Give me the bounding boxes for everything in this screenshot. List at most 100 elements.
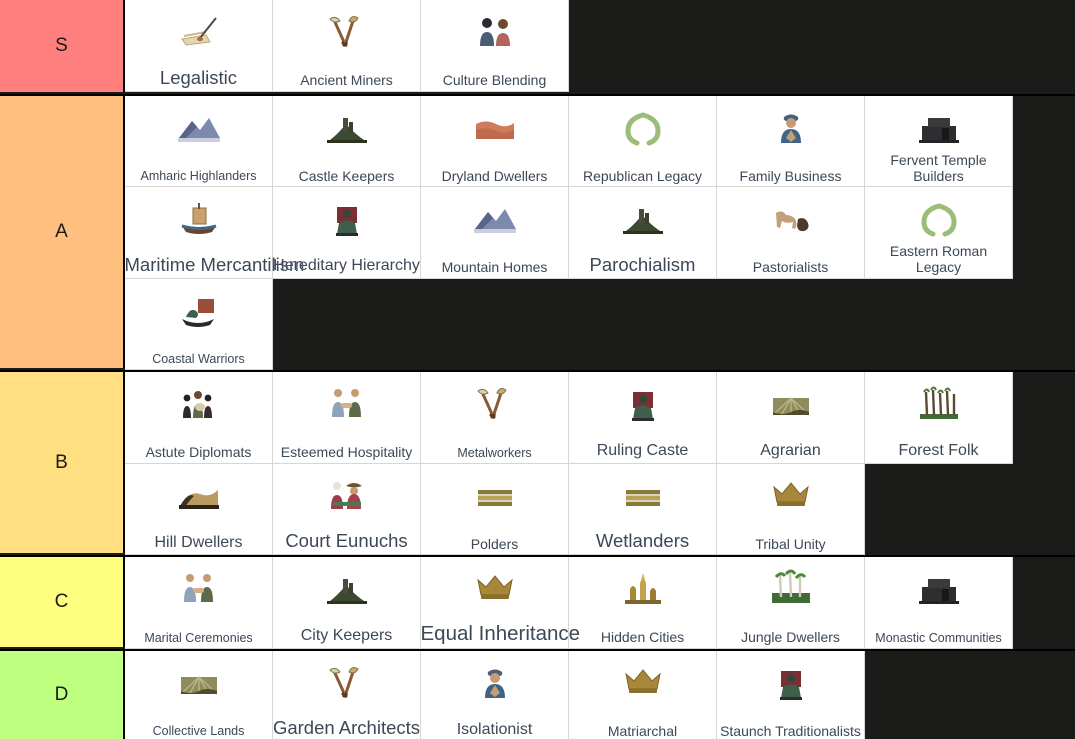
crown-icon — [421, 563, 568, 615]
pickaxes-icon — [421, 378, 568, 430]
tier-label-c[interactable]: C — [0, 557, 125, 647]
tier-item-label: Dryland Dwellers — [421, 169, 569, 186]
tier-label-s[interactable]: S — [0, 0, 125, 92]
tier-item[interactable]: Maritime Mercantilism — [125, 187, 273, 279]
tier-item[interactable]: Tribal Unity — [717, 464, 865, 556]
tier-item-label: City Keepers — [273, 628, 421, 647]
longboat-icon — [125, 285, 272, 337]
tier-item-label: Astute Diplomats — [125, 445, 273, 462]
tier-item-label: Hill Dwellers — [125, 535, 273, 554]
tier-item[interactable]: Ancient Miners — [273, 0, 421, 92]
tier-item[interactable]: Marital Ceremonies — [125, 557, 273, 649]
tier-item-label: Tribal Unity — [717, 537, 865, 554]
polder-icon — [569, 470, 716, 522]
tier-item[interactable]: Hidden Cities — [569, 557, 717, 649]
tier-item-label: Republican Legacy — [569, 169, 717, 186]
field-icon — [125, 657, 272, 709]
tier-item-label: Ancient Miners — [273, 73, 421, 90]
tier-item-label: Court Eunuchs — [273, 532, 421, 554]
tier-item[interactable]: City Keepers — [273, 557, 421, 649]
laurel-icon — [865, 193, 1012, 245]
tier-row-s: SLegalisticAncient MinersCulture Blendin… — [0, 0, 1075, 92]
city-icon — [569, 563, 716, 615]
tier-item[interactable]: Hill Dwellers — [125, 464, 273, 556]
tier-item-label: Ruling Caste — [569, 443, 717, 462]
hills-icon — [125, 470, 272, 522]
tier-item-label: Forest Folk — [865, 443, 1013, 462]
tier-item[interactable]: Family Business — [717, 96, 865, 188]
tier-item[interactable]: Garden Architects — [273, 651, 421, 739]
tier-item[interactable]: Matriarchal — [569, 651, 717, 739]
handshake-icon — [273, 378, 420, 430]
tier-row-a: AAmharic HighlandersCastle KeepersDrylan… — [0, 94, 1075, 369]
tier-item-label: Hereditary Hierarchy — [273, 258, 421, 277]
crown-icon — [569, 657, 716, 709]
tier-item-label: Matriarchal — [569, 724, 717, 739]
tier-label-d[interactable]: D — [0, 651, 125, 739]
tier-item[interactable]: Monastic Communities — [865, 557, 1013, 649]
tier-item-label: Polders — [421, 537, 569, 554]
tier-item-label: Metalworkers — [421, 447, 569, 463]
tier-item-label: Collective Lands — [125, 725, 273, 739]
castle-icon — [569, 193, 716, 245]
tier-item[interactable]: Wetlanders — [569, 464, 717, 556]
tier-item[interactable]: Forest Folk — [865, 372, 1013, 464]
tier-item[interactable]: Amharic Highlanders — [125, 96, 273, 188]
tier-item-label: Garden Architects — [273, 719, 421, 739]
tier-item[interactable]: Eastern Roman Legacy — [865, 187, 1013, 279]
tier-label-b[interactable]: B — [0, 372, 125, 553]
tier-item-label: Esteemed Hospitality — [273, 445, 421, 462]
tier-item[interactable]: Fervent Temple Builders — [865, 96, 1013, 188]
tier-item[interactable]: Parochialism — [569, 187, 717, 279]
tier-item[interactable]: Castle Keepers — [273, 96, 421, 188]
tier-item[interactable]: Staunch Traditionalists — [717, 651, 865, 739]
mountain-icon — [421, 193, 568, 245]
tier-item-label: Maritime Mercantilism — [125, 256, 273, 278]
tier-item[interactable]: Equal Inheritance — [421, 557, 569, 649]
tier-item[interactable]: Ruling Caste — [569, 372, 717, 464]
merchant-icon — [421, 657, 568, 709]
tier-items-b: Astute DiplomatsEsteemed HospitalityMeta… — [125, 372, 1075, 553]
tier-items-c: Marital CeremoniesCity KeepersEqual Inhe… — [125, 557, 1075, 647]
tier-item[interactable]: Agrarian — [717, 372, 865, 464]
tier-item-label: Agrarian — [717, 443, 865, 462]
tier-items-d: Collective LandsGarden ArchitectsIsolati… — [125, 651, 1075, 739]
tier-item[interactable]: Legalistic — [125, 0, 273, 92]
tier-item-label: Marital Ceremonies — [125, 632, 273, 648]
tier-item[interactable]: Collective Lands — [125, 651, 273, 739]
crown-icon — [717, 470, 864, 522]
tier-item-label: Isolationist — [421, 722, 569, 739]
tier-item[interactable]: Hereditary Hierarchy — [273, 187, 421, 279]
tier-item[interactable]: Isolationist — [421, 651, 569, 739]
tier-item[interactable]: Court Eunuchs — [273, 464, 421, 556]
tier-items-a: Amharic HighlandersCastle KeepersDryland… — [125, 96, 1075, 369]
tier-item[interactable]: Astute Diplomats — [125, 372, 273, 464]
tier-item[interactable]: Polders — [421, 464, 569, 556]
throne-icon — [569, 378, 716, 430]
tier-item[interactable]: Republican Legacy — [569, 96, 717, 188]
pickaxes-icon — [273, 657, 420, 709]
jungle-icon — [717, 563, 864, 615]
throne-icon — [273, 193, 420, 245]
tier-item[interactable]: Mountain Homes — [421, 187, 569, 279]
tier-item-label: Staunch Traditionalists — [717, 724, 865, 739]
tier-item[interactable]: Coastal Warriors — [125, 279, 273, 371]
tier-item[interactable]: Esteemed Hospitality — [273, 372, 421, 464]
desert-icon — [421, 102, 568, 154]
tier-item-label: Mountain Homes — [421, 260, 569, 277]
tier-label-a[interactable]: A — [0, 96, 125, 369]
castle-icon — [273, 102, 420, 154]
tier-item-label: Family Business — [717, 169, 865, 186]
tier-item[interactable]: Culture Blending — [421, 0, 569, 92]
horse-icon — [717, 193, 864, 245]
tier-item[interactable]: Metalworkers — [421, 372, 569, 464]
tier-item[interactable]: Pastorialists — [717, 187, 865, 279]
tier-item-label: Hidden Cities — [569, 630, 717, 647]
tier-item[interactable]: Jungle Dwellers — [717, 557, 865, 649]
castle-icon — [273, 563, 420, 615]
tier-item-label: Wetlanders — [569, 532, 717, 554]
tier-item[interactable]: Dryland Dwellers — [421, 96, 569, 188]
tier-item-label: Culture Blending — [421, 73, 569, 90]
tier-row-c: CMarital CeremoniesCity KeepersEqual Inh… — [0, 555, 1075, 647]
tier-item-label: Legalistic — [125, 69, 273, 91]
